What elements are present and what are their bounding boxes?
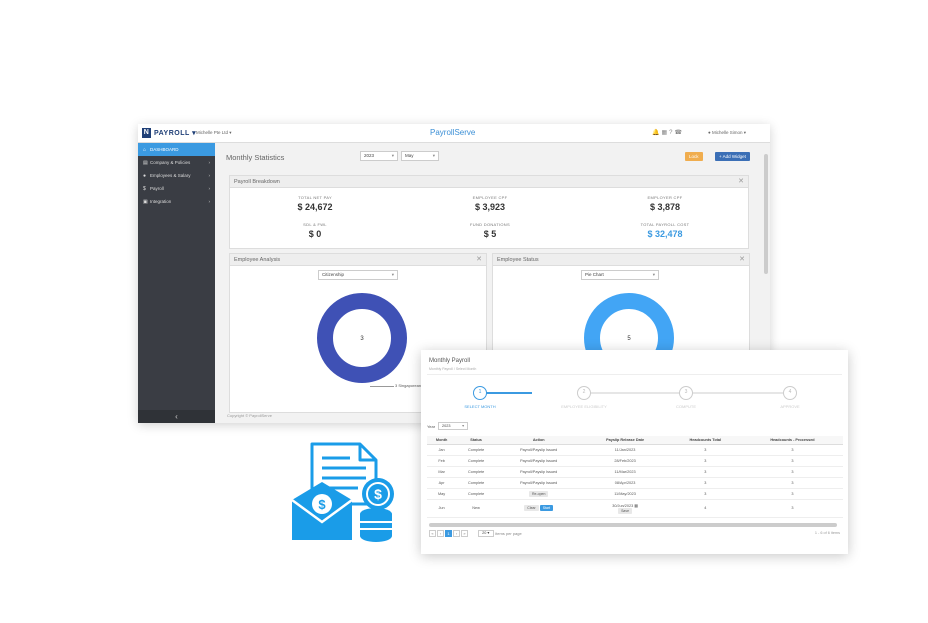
calendar-icon[interactable]: ▦ [634,504,638,508]
table-row: Feb Complete Payroll/Payslip Issued 28/F… [427,455,843,467]
sidebar-item-dashboard[interactable]: ⌂ DASHBOARD [138,143,215,156]
panel-title: Payroll Breakdown ✕ [230,176,748,188]
top-bar: N PAYROLL ▾ Michelle Pte Ltd ▾ PayrollSer… [138,124,770,143]
first-page-button[interactable]: « [429,530,436,537]
action-cell[interactable]: Payroll/Payslip Issued [496,444,582,456]
items-range: 1 - 6 of 6 items [814,531,840,535]
year-label: Year [427,424,436,429]
stat-sdl-fwl: SDL & FWL $ 0 [303,222,327,239]
release-date-input[interactable]: 30/Jun/2023 [612,504,633,508]
action-cell[interactable]: Payroll/Payslip Issued [496,466,582,478]
pagination: «‹ 1 ›» 20 ▾ items per page [429,530,522,538]
sidebar-item-company[interactable]: ▤ Company & Policies › [138,156,215,169]
table-header: Month Status Action Payslip Release Date… [427,436,843,445]
stat-employee-cpf: EMPLOYEE CPF $ 3,923 [472,195,508,212]
close-icon[interactable]: ✕ [739,254,745,266]
step-label-approve: APPROVE [780,404,800,409]
col-status[interactable]: Status [456,436,497,445]
avatar: ● [708,130,711,135]
table-row: Jan Complete Payroll/Payslip Issued 11/J… [427,444,843,456]
svg-text:$: $ [374,486,382,502]
sidebar-item-integration[interactable]: ▣ Integration › [138,195,215,208]
col-release-date[interactable]: Payslip Release Date [581,436,669,445]
prev-page-button[interactable]: ‹ [437,530,444,537]
close-icon[interactable]: ✕ [738,176,744,188]
close-icon[interactable]: ✕ [476,254,482,266]
payroll-title: Monthly Payroll [429,358,471,364]
month-select[interactable]: May ▾ [401,151,439,161]
step-label-compute: COMPUTE [676,404,696,409]
last-page-button[interactable]: » [461,530,468,537]
step-1[interactable]: 1 [473,386,487,400]
payroll-breakdown-panel: Payroll Breakdown ✕ TOTAL NET PAY $ 24,672… [229,175,749,249]
action-cell[interactable]: Payroll/Payslip Issued [496,477,582,489]
step-label-select-month: SELECT MONTH [464,404,496,409]
payroll-table: Month Status Action Payslip Release Date… [427,436,843,518]
col-month[interactable]: Month [427,436,457,445]
payroll-year-select[interactable]: 2023 ▾ [438,422,468,430]
lock-button[interactable]: Lock [685,152,703,161]
add-widget-button[interactable]: + Add Widget [715,152,750,161]
sidebar: ⌂ DASHBOARD ▤ Company & Policies › ● Employe… [138,143,215,423]
top-icons[interactable]: 🔔▦?☎ [652,129,684,136]
start-button[interactable]: Start [539,505,554,511]
grid-icon[interactable]: ▦ [661,130,669,136]
copyright: Copyright © PayrollServe [227,413,272,418]
analysis-donut-chart: 3 [317,293,407,383]
next-page-button[interactable]: › [453,530,460,537]
step-connector [486,392,532,394]
step-3[interactable]: 3 [679,386,693,400]
donut-center-value: 5 [627,336,631,342]
company-selector[interactable]: Michelle Pte Ltd ▾ [196,130,232,136]
svg-text:$: $ [318,497,326,512]
step-label-eligibility: EMPLOYEE ELIGIBILITY [561,404,607,409]
table-row: May Complete Re-open 11/May/2023 3 3 [427,488,843,500]
col-headcount-total[interactable]: Headcounts Total [668,436,742,445]
panel-title: Employee Analysis ✕ [230,254,486,266]
table-row: Apr Complete Payroll/Payslip Issued 08/A… [427,477,843,489]
reopen-button[interactable]: Re-open [529,490,549,497]
collapse-sidebar-button[interactable]: ‹ [138,410,215,423]
app-logo[interactable]: N PAYROLL ▾ [142,128,196,138]
save-date-button[interactable]: Save [618,507,633,514]
action-cell[interactable]: Payroll/Payslip Issued [496,455,582,467]
envelope-icon: $ [291,482,353,540]
donut-center-value: 3 [360,336,364,342]
panel-title: Employee Status ✕ [493,254,749,266]
page-size-label: items per page [495,531,522,536]
legend-label: 3 Singaporean [395,383,422,388]
scrollbar[interactable] [764,154,768,274]
sidebar-item-employees[interactable]: ● Employees & Salary › [138,169,215,182]
monthly-payroll-window: Monthly Payroll Monthly Payroll / Select… [421,350,848,554]
breadcrumb: Monthly Payroll / Select Month [429,367,477,371]
step-connector [591,392,681,394]
analysis-select[interactable]: Citizenship ▾ [318,270,398,280]
status-select[interactable]: Pie Chart ▾ [581,270,659,280]
legend-leader-line [370,386,394,387]
sidebar-item-payroll[interactable]: $ Payroll › [138,182,215,195]
table-scrollbar[interactable] [429,523,837,527]
table-row: Jun New Clear Start 30/Jun/2023 ▦ Save 4 … [427,499,843,518]
year-select[interactable]: 2023 ▾ [360,151,398,161]
plug-icon: ▣ [143,199,148,205]
coin-stack-icon: $ [360,478,394,542]
page-title: Monthly Statistics [226,153,285,162]
stat-total-payroll-cost: TOTAL PAYROLL COST $ 32,478 [640,222,690,239]
clear-button[interactable]: Clear [524,505,539,511]
step-2[interactable]: 2 [577,386,591,400]
step-4[interactable]: 4 [783,386,797,400]
payroll-illustration: $ $ [291,442,394,542]
stat-total-net-pay: TOTAL NET PAY $ 24,672 [297,195,333,212]
brand-name: PayrollServe [430,128,476,137]
page-1-button[interactable]: 1 [445,530,452,537]
stat-fund-donations: FUND DONATIONS $ 5 [470,222,510,239]
phone-icon[interactable]: ☎ [675,130,684,136]
step-connector [693,392,783,394]
col-headcount-processed[interactable]: Headcounts - Processed [741,436,843,445]
user-menu[interactable]: ● Michelle Simon ▾ [708,130,746,136]
stat-employer-cpf: EMPLOYER CPF $ 3,878 [647,195,683,212]
page-size-select[interactable]: 20 ▾ [478,530,495,538]
col-action[interactable]: Action [496,436,582,445]
table-row: Mar Complete Payroll/Payslip Issued 11/M… [427,466,843,478]
